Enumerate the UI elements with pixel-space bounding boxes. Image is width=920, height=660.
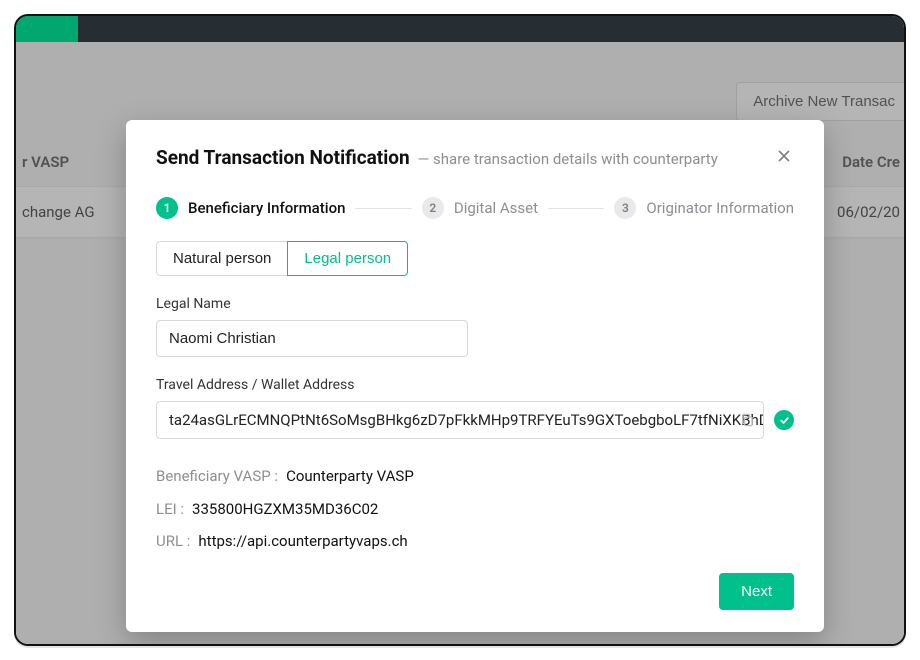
modal-subtitle: — share transaction details with counter… (418, 150, 718, 168)
beneficiary-vasp-label: Beneficiary VASP : (156, 465, 278, 488)
step-label: Originator Information (646, 199, 794, 217)
step-number: 2 (422, 197, 444, 219)
lei-label: LEI : (156, 498, 184, 521)
step-originator[interactable]: 3 Originator Information (614, 197, 794, 219)
wallet-address-label: Travel Address / Wallet Address (156, 377, 794, 393)
step-number: 1 (156, 197, 178, 219)
legal-name-label: Legal Name (156, 296, 794, 312)
modal-title: Send Transaction Notification — share tr… (156, 146, 718, 169)
step-label: Beneficiary Information (188, 199, 345, 217)
step-connector (548, 208, 604, 209)
url-value: https://api.counterpartyvaps.ch (198, 530, 407, 553)
lei-value: 335800HGZXM35MD36C02 (192, 498, 378, 521)
close-icon[interactable] (774, 146, 794, 166)
step-number: 3 (614, 197, 636, 219)
window-topbar (16, 16, 904, 42)
app-window: Archive New Transac r VASP Date Cre chan… (14, 14, 906, 646)
step-label: Digital Asset (454, 199, 538, 217)
send-transaction-modal: Send Transaction Notification — share tr… (126, 120, 824, 632)
wallet-address-input[interactable]: ta24asGLrECMNQPtNt6SoMsgBHkg6zD7pFkkMHp9… (156, 401, 764, 439)
beneficiary-vasp-value: Counterparty VASP (286, 465, 414, 488)
person-type-segmented: Natural person Legal person (156, 241, 794, 276)
copy-icon[interactable] (740, 413, 755, 428)
beneficiary-info: Beneficiary VASP : Counterparty VASP LEI… (156, 465, 794, 553)
tab-natural-person[interactable]: Natural person (156, 241, 288, 276)
stepper: 1 Beneficiary Information 2 Digital Asse… (156, 197, 794, 219)
step-digital-asset[interactable]: 2 Digital Asset (422, 197, 538, 219)
step-beneficiary[interactable]: 1 Beneficiary Information (156, 197, 345, 219)
legal-name-input[interactable] (156, 320, 468, 357)
next-button[interactable]: Next (719, 573, 794, 610)
step-connector (355, 208, 411, 209)
page-background: Archive New Transac r VASP Date Cre chan… (16, 42, 904, 644)
tab-legal-person[interactable]: Legal person (287, 241, 408, 276)
modal-title-text: Send Transaction Notification (156, 146, 410, 169)
wallet-address-value: ta24asGLrECMNQPtNt6SoMsgBHkg6zD7pFkkMHp9… (169, 411, 764, 429)
url-label: URL : (156, 530, 190, 553)
topbar-accent (16, 16, 78, 42)
address-valid-icon (774, 410, 794, 430)
